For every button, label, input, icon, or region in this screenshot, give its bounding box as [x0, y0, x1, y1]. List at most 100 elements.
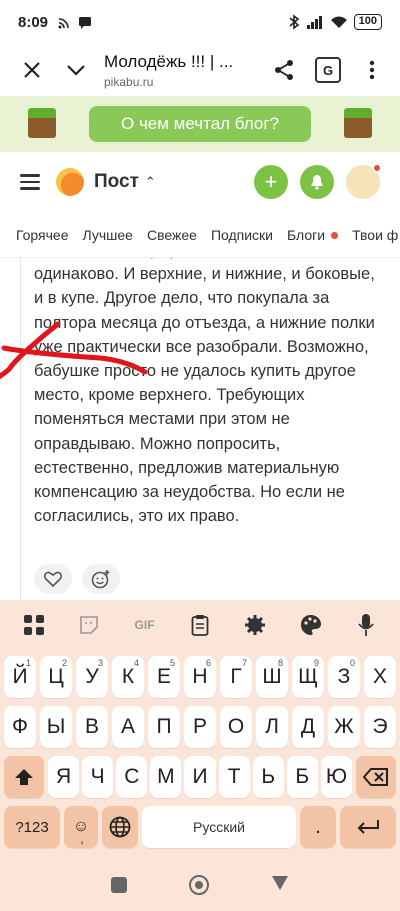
key-1[interactable]: Й1 — [4, 656, 36, 698]
share-icon — [275, 60, 293, 80]
clipboard-icon — [191, 615, 209, 636]
chevron-down-icon — [67, 65, 85, 76]
heart-icon — [44, 571, 62, 587]
status-time: 8:09 — [18, 13, 49, 31]
tab-best[interactable]: Лучшее — [83, 227, 133, 243]
key-20[interactable]: Д — [292, 706, 324, 748]
backspace-icon — [363, 768, 388, 786]
globe-icon — [109, 816, 131, 838]
share-button[interactable] — [262, 48, 306, 92]
key-17[interactable]: Р — [184, 706, 216, 748]
translate-button[interactable]: G — [306, 48, 350, 92]
keyboard-row-4: ?123 ☺ , Русский . — [0, 806, 400, 852]
notifications-button[interactable] — [300, 165, 334, 199]
key-22[interactable]: Э — [364, 706, 396, 748]
tab-subscriptions[interactable]: Подписки — [211, 227, 273, 243]
tab-hot[interactable]: Горячее — [16, 227, 69, 243]
more-menu-button[interactable] — [350, 48, 394, 92]
tab-yours[interactable]: Твои ф — [352, 227, 398, 243]
emoji-key[interactable]: ☺ , — [64, 806, 98, 848]
soft-keyboard: GIF Й1 Ц2 У3 К4 Е5 Н6 Г7 Ш8 Щ9 З0 Х Ф Ы … — [0, 600, 400, 859]
browser-toolbar: Молодёжь !!! | ... pikabu.ru G — [0, 44, 400, 96]
expand-button[interactable] — [54, 48, 98, 92]
clipboard-button[interactable] — [186, 611, 214, 639]
key-5[interactable]: Е5 — [148, 656, 180, 698]
symbols-key[interactable]: ?123 — [4, 806, 60, 848]
key-13[interactable]: Ы — [40, 706, 72, 748]
key-15[interactable]: А — [112, 706, 144, 748]
key-16[interactable]: П — [148, 706, 180, 748]
key-7[interactable]: Г7 — [220, 656, 252, 698]
key-14[interactable]: В — [76, 706, 108, 748]
key-31[interactable]: Ю — [320, 756, 352, 798]
key-26[interactable]: М — [150, 756, 182, 798]
enter-key[interactable] — [340, 806, 396, 848]
menu-icon[interactable] — [20, 174, 40, 190]
section-title[interactable]: Пост — [94, 171, 139, 193]
backspace-key[interactable] — [356, 756, 396, 798]
key-12[interactable]: Ф — [4, 706, 36, 748]
promo-button[interactable]: О чем мечтал блог? — [89, 106, 311, 142]
tab-blogs-dot — [331, 232, 339, 240]
apps-grid-button[interactable] — [20, 611, 48, 639]
key-29[interactable]: Ь — [252, 756, 284, 798]
bell-icon — [311, 175, 323, 190]
key-23[interactable]: Я — [48, 756, 80, 798]
key-3[interactable]: У3 — [76, 656, 108, 698]
system-nav-bar — [0, 859, 400, 911]
recents-button[interactable] — [111, 877, 127, 893]
like-button[interactable] — [34, 564, 72, 594]
react-button[interactable] — [82, 564, 120, 594]
close-tab-button[interactable] — [10, 48, 54, 92]
settings-button[interactable] — [241, 611, 269, 639]
avatar[interactable] — [346, 163, 382, 199]
key-11[interactable]: Х — [364, 656, 396, 698]
signal-icon — [306, 16, 322, 29]
grid-icon — [23, 615, 44, 635]
key-27[interactable]: И — [184, 756, 216, 798]
tab-fresh[interactable]: Свежее — [147, 227, 197, 243]
key-9[interactable]: Щ9 — [292, 656, 324, 698]
microphone-icon — [358, 614, 374, 636]
chevron-up-icon[interactable]: ⌃ — [145, 174, 156, 190]
status-bar: 8:09 100 — [0, 0, 400, 44]
home-button[interactable] — [189, 875, 209, 895]
key-30[interactable]: Б — [286, 756, 318, 798]
key-21[interactable]: Ж — [328, 706, 360, 748]
grass-block-icon — [28, 108, 56, 138]
add-reaction-icon — [91, 570, 110, 589]
pikabu-logo[interactable] — [56, 168, 84, 196]
palette-icon — [300, 615, 321, 635]
key-19[interactable]: Л — [256, 706, 288, 748]
tab-blogs[interactable]: Блоги — [287, 227, 339, 243]
key-8[interactable]: Ш8 — [256, 656, 288, 698]
key-18[interactable]: О — [220, 706, 252, 748]
plus-icon: + — [264, 169, 278, 194]
message-icon — [79, 17, 92, 29]
theme-button[interactable] — [297, 611, 325, 639]
comment-actions — [34, 564, 120, 594]
add-post-button[interactable]: + — [254, 165, 288, 199]
shift-icon — [15, 769, 33, 785]
period-key[interactable]: . — [300, 806, 336, 848]
shift-key[interactable] — [4, 756, 44, 798]
space-key[interactable]: Русский — [142, 806, 296, 848]
voice-input-button[interactable] — [352, 611, 380, 639]
translate-icon: G — [315, 57, 341, 83]
enter-icon — [357, 820, 379, 834]
key-2[interactable]: Ц2 — [40, 656, 72, 698]
sticker-button[interactable] — [75, 611, 103, 639]
battery-indicator: 100 — [353, 14, 382, 30]
keyboard-row-1: Й1 Ц2 У3 К4 Е5 Н6 Г7 Ш8 Щ9 З0 Х — [0, 656, 400, 702]
key-4[interactable]: К4 — [112, 656, 144, 698]
key-6[interactable]: Н6 — [184, 656, 216, 698]
back-button[interactable] — [271, 875, 289, 896]
key-24[interactable]: Ч — [82, 756, 114, 798]
page-title-area[interactable]: Молодёжь !!! | ... pikabu.ru — [98, 52, 262, 89]
key-10[interactable]: З0 — [328, 656, 360, 698]
key-28[interactable]: Т — [218, 756, 250, 798]
language-key[interactable] — [102, 806, 138, 848]
gif-button[interactable]: GIF — [131, 611, 159, 639]
page-url: pikabu.ru — [104, 74, 154, 89]
key-25[interactable]: С — [116, 756, 148, 798]
